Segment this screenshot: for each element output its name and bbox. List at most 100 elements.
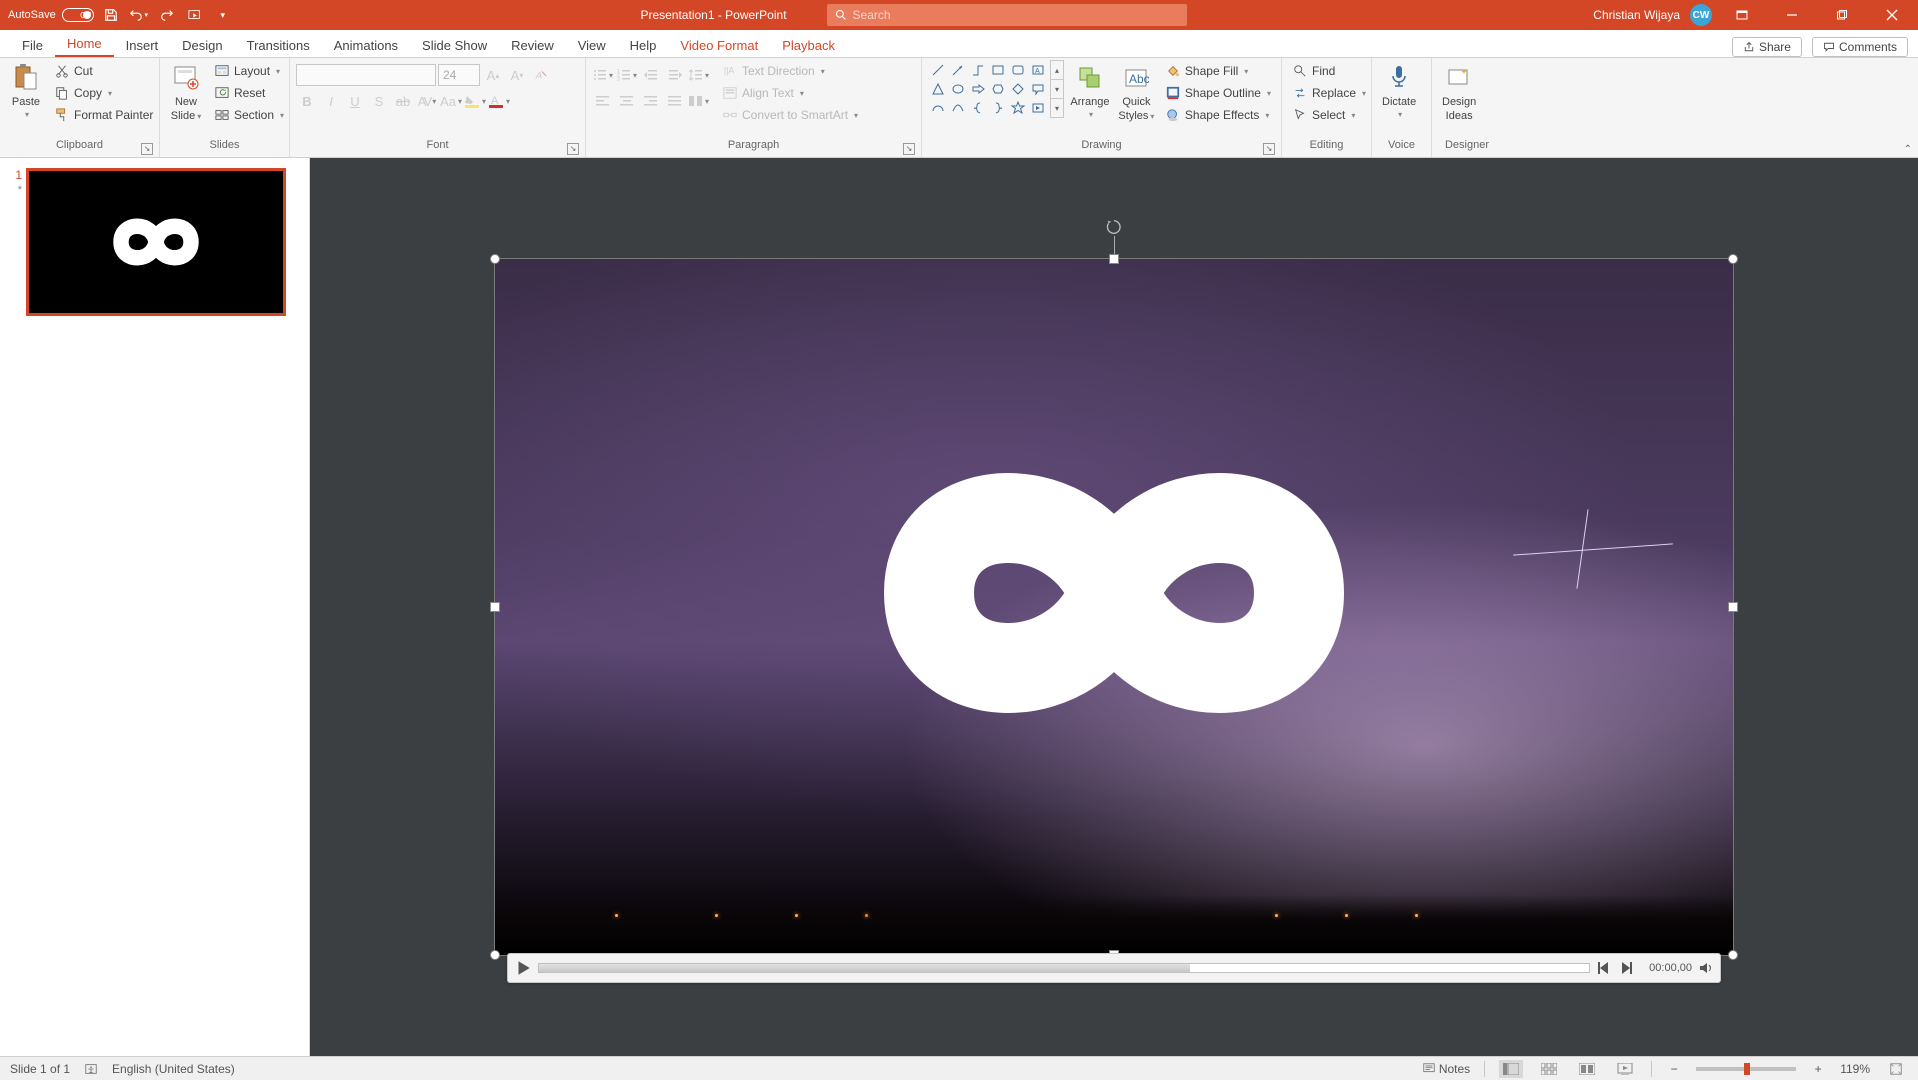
reset-button[interactable]: Reset <box>210 82 288 104</box>
shape-diamond-icon[interactable] <box>1010 81 1026 97</box>
tab-slide-show[interactable]: Slide Show <box>410 32 499 57</box>
slide-sorter-view-button[interactable] <box>1537 1060 1561 1078</box>
text-direction-button[interactable]: ||AText Direction▾ <box>718 60 862 82</box>
zoom-out-button[interactable]: − <box>1666 1062 1682 1076</box>
line-spacing-button[interactable]: ▾ <box>688 64 710 86</box>
select-button[interactable]: Select▾ <box>1288 104 1370 126</box>
align-text-button[interactable]: Align Text▾ <box>718 82 862 104</box>
replace-button[interactable]: Replace▾ <box>1288 82 1370 104</box>
zoom-level[interactable]: 119% <box>1840 1062 1870 1076</box>
search-input[interactable] <box>853 8 1179 22</box>
shape-lbrace-icon[interactable] <box>970 100 986 116</box>
tab-playback[interactable]: Playback <box>770 32 847 57</box>
columns-button[interactable]: ▾ <box>688 90 710 112</box>
slide-canvas[interactable]: 00:00,00 <box>310 158 1918 1056</box>
quick-styles-button[interactable]: Abc Quick Styles▾ <box>1116 60 1157 124</box>
strikethrough-button[interactable]: ab <box>392 90 414 112</box>
tab-design[interactable]: Design <box>170 32 234 57</box>
tab-review[interactable]: Review <box>499 32 566 57</box>
comments-button[interactable]: Comments <box>1812 37 1908 57</box>
minimize-button[interactable] <box>1772 0 1812 30</box>
shape-line-icon[interactable] <box>930 62 946 78</box>
shape-triangle-icon[interactable] <box>930 81 946 97</box>
zoom-in-button[interactable]: + <box>1810 1062 1826 1076</box>
shape-star-icon[interactable] <box>1010 100 1026 116</box>
close-button[interactable] <box>1872 0 1912 30</box>
clipboard-launcher[interactable]: ↘ <box>141 143 153 155</box>
align-center-button[interactable] <box>616 90 638 112</box>
font-family-combo[interactable] <box>296 64 436 86</box>
copy-button[interactable]: Copy▾ <box>50 82 157 104</box>
shape-action-icon[interactable] <box>1030 100 1046 116</box>
find-button[interactable]: Find <box>1288 60 1370 82</box>
start-from-beginning-icon[interactable] <box>184 4 206 26</box>
increase-font-icon[interactable]: A▴ <box>482 64 504 86</box>
tab-insert[interactable]: Insert <box>114 32 171 57</box>
normal-view-button[interactable] <box>1499 1060 1523 1078</box>
slideshow-view-button[interactable] <box>1613 1060 1637 1078</box>
underline-button[interactable]: U <box>344 90 366 112</box>
play-button[interactable] <box>514 959 532 977</box>
ribbon-display-options-icon[interactable] <box>1722 0 1762 30</box>
format-painter-button[interactable]: Format Painter <box>50 104 157 126</box>
highlight-button[interactable]: ▾ <box>464 90 486 112</box>
tab-animations[interactable]: Animations <box>322 32 410 57</box>
section-button[interactable]: Section▾ <box>210 104 288 126</box>
decrease-indent-button[interactable] <box>640 64 662 86</box>
shape-callout-icon[interactable] <box>1030 81 1046 97</box>
clear-formatting-icon[interactable]: A <box>530 64 552 86</box>
step-forward-button[interactable] <box>1618 960 1634 976</box>
font-size-combo[interactable] <box>438 64 480 86</box>
text-shadow-button[interactable]: S <box>368 90 390 112</box>
shapes-scroll-down[interactable]: ▾ <box>1051 80 1063 99</box>
user-avatar[interactable]: CW <box>1690 4 1712 26</box>
selection-handle-tr[interactable] <box>1728 254 1738 264</box>
thumbnail-1[interactable]: 1 * <box>8 168 301 316</box>
video-object[interactable]: 00:00,00 <box>494 258 1734 956</box>
selection-handle-tl[interactable] <box>490 254 500 264</box>
bold-button[interactable]: B <box>296 90 318 112</box>
shape-blockarrow-icon[interactable] <box>970 81 986 97</box>
accessibility-icon[interactable] <box>84 1062 98 1076</box>
font-color-button[interactable]: A▾ <box>488 90 510 112</box>
shape-arc-icon[interactable] <box>930 100 946 116</box>
tab-file[interactable]: File <box>10 32 55 57</box>
autosave-toggle[interactable]: Off <box>62 8 94 22</box>
shape-hexagon-icon[interactable] <box>990 81 1006 97</box>
convert-smartart-button[interactable]: Convert to SmartArt▾ <box>718 104 862 126</box>
char-spacing-button[interactable]: AV▾ <box>416 90 438 112</box>
bullets-button[interactable]: ▾ <box>592 64 614 86</box>
paste-button[interactable]: Paste▾ <box>6 60 46 121</box>
maximize-button[interactable] <box>1822 0 1862 30</box>
slide-counter[interactable]: Slide 1 of 1 <box>10 1062 70 1076</box>
shapes-scroll-up[interactable]: ▴ <box>1051 61 1063 80</box>
shape-textbox-icon[interactable]: A <box>1030 62 1046 78</box>
dictate-button[interactable]: Dictate▾ <box>1378 60 1420 121</box>
shape-oval-icon[interactable] <box>950 81 966 97</box>
tab-help[interactable]: Help <box>618 32 669 57</box>
italic-button[interactable]: I <box>320 90 342 112</box>
save-icon[interactable] <box>100 4 122 26</box>
video-seek-track[interactable] <box>538 963 1590 973</box>
arrange-button[interactable]: Arrange▾ <box>1068 60 1112 121</box>
fit-to-window-button[interactable] <box>1884 1060 1908 1078</box>
selection-handle-br[interactable] <box>1728 950 1738 960</box>
align-left-button[interactable] <box>592 90 614 112</box>
mute-button[interactable] <box>1698 960 1714 976</box>
zoom-slider[interactable] <box>1696 1067 1796 1071</box>
increase-indent-button[interactable] <box>664 64 686 86</box>
undo-button[interactable]: ▾ <box>128 4 150 26</box>
font-launcher[interactable]: ↘ <box>567 143 579 155</box>
tab-transitions[interactable]: Transitions <box>235 32 322 57</box>
selection-handle-r[interactable] <box>1728 602 1738 612</box>
shape-rbrace-icon[interactable] <box>990 100 1006 116</box>
language-indicator[interactable]: English (United States) <box>112 1062 235 1076</box>
shape-curve-icon[interactable] <box>950 100 966 116</box>
search-box[interactable] <box>827 4 1187 26</box>
align-right-button[interactable] <box>640 90 662 112</box>
redo-button[interactable] <box>156 4 178 26</box>
decrease-font-icon[interactable]: A▾ <box>506 64 528 86</box>
shapes-gallery[interactable]: A <box>928 60 1048 118</box>
collapse-ribbon-icon[interactable]: ⌃ <box>1904 144 1912 155</box>
thumbnail-pane[interactable]: 1 * <box>0 158 310 1056</box>
